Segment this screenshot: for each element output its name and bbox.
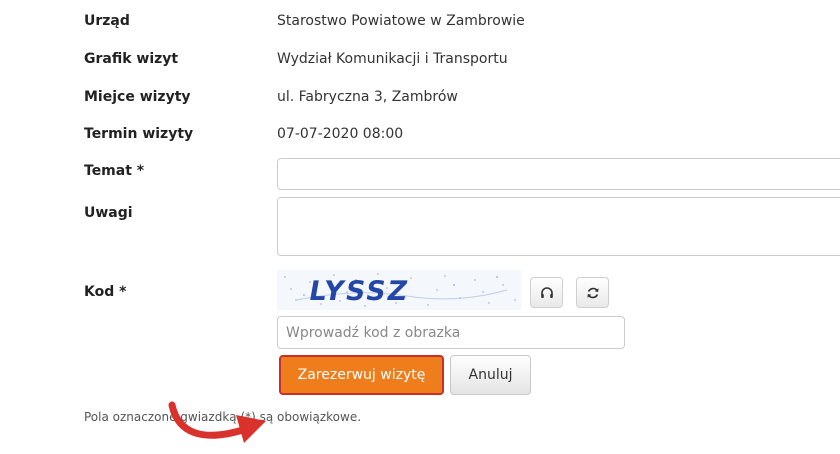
subject-label: Temat * (84, 163, 145, 179)
office-value: Starostwo Powiatowe w Zambrowie (277, 13, 525, 29)
captcha-refresh-button[interactable] (576, 277, 609, 308)
notes-label: Uwagi (84, 205, 133, 221)
notes-textarea[interactable] (277, 197, 840, 256)
refresh-icon (587, 287, 598, 298)
captcha-label: Kod * (84, 284, 127, 300)
captcha-text: LYSSZ (306, 276, 411, 307)
cancel-button[interactable]: Anuluj (450, 355, 531, 395)
location-label: Miejce wizyty (84, 89, 191, 105)
reservation-form: Urząd Starostwo Powiatowe w Zambrowie Gr… (0, 0, 840, 454)
reserve-visit-button[interactable]: Zarezerwuj wizytę (279, 355, 444, 395)
captcha-code-input[interactable] (277, 316, 625, 349)
red-arrow-icon (168, 401, 266, 443)
appointment-time-label: Termin wizyty (84, 126, 194, 142)
captcha-image: LYSSZ (277, 270, 521, 310)
headphones-icon (540, 286, 553, 298)
schedule-label: Grafik wizyt (84, 51, 179, 67)
subject-input[interactable] (277, 158, 840, 190)
location-value: ul. Fabryczna 3, Zambrów (277, 89, 458, 105)
captcha-audio-button[interactable] (530, 277, 563, 308)
appointment-time-value: 07-07-2020 08:00 (277, 126, 404, 142)
office-label: Urząd (84, 13, 130, 29)
schedule-value: Wydział Komunikacji i Transportu (277, 51, 508, 67)
